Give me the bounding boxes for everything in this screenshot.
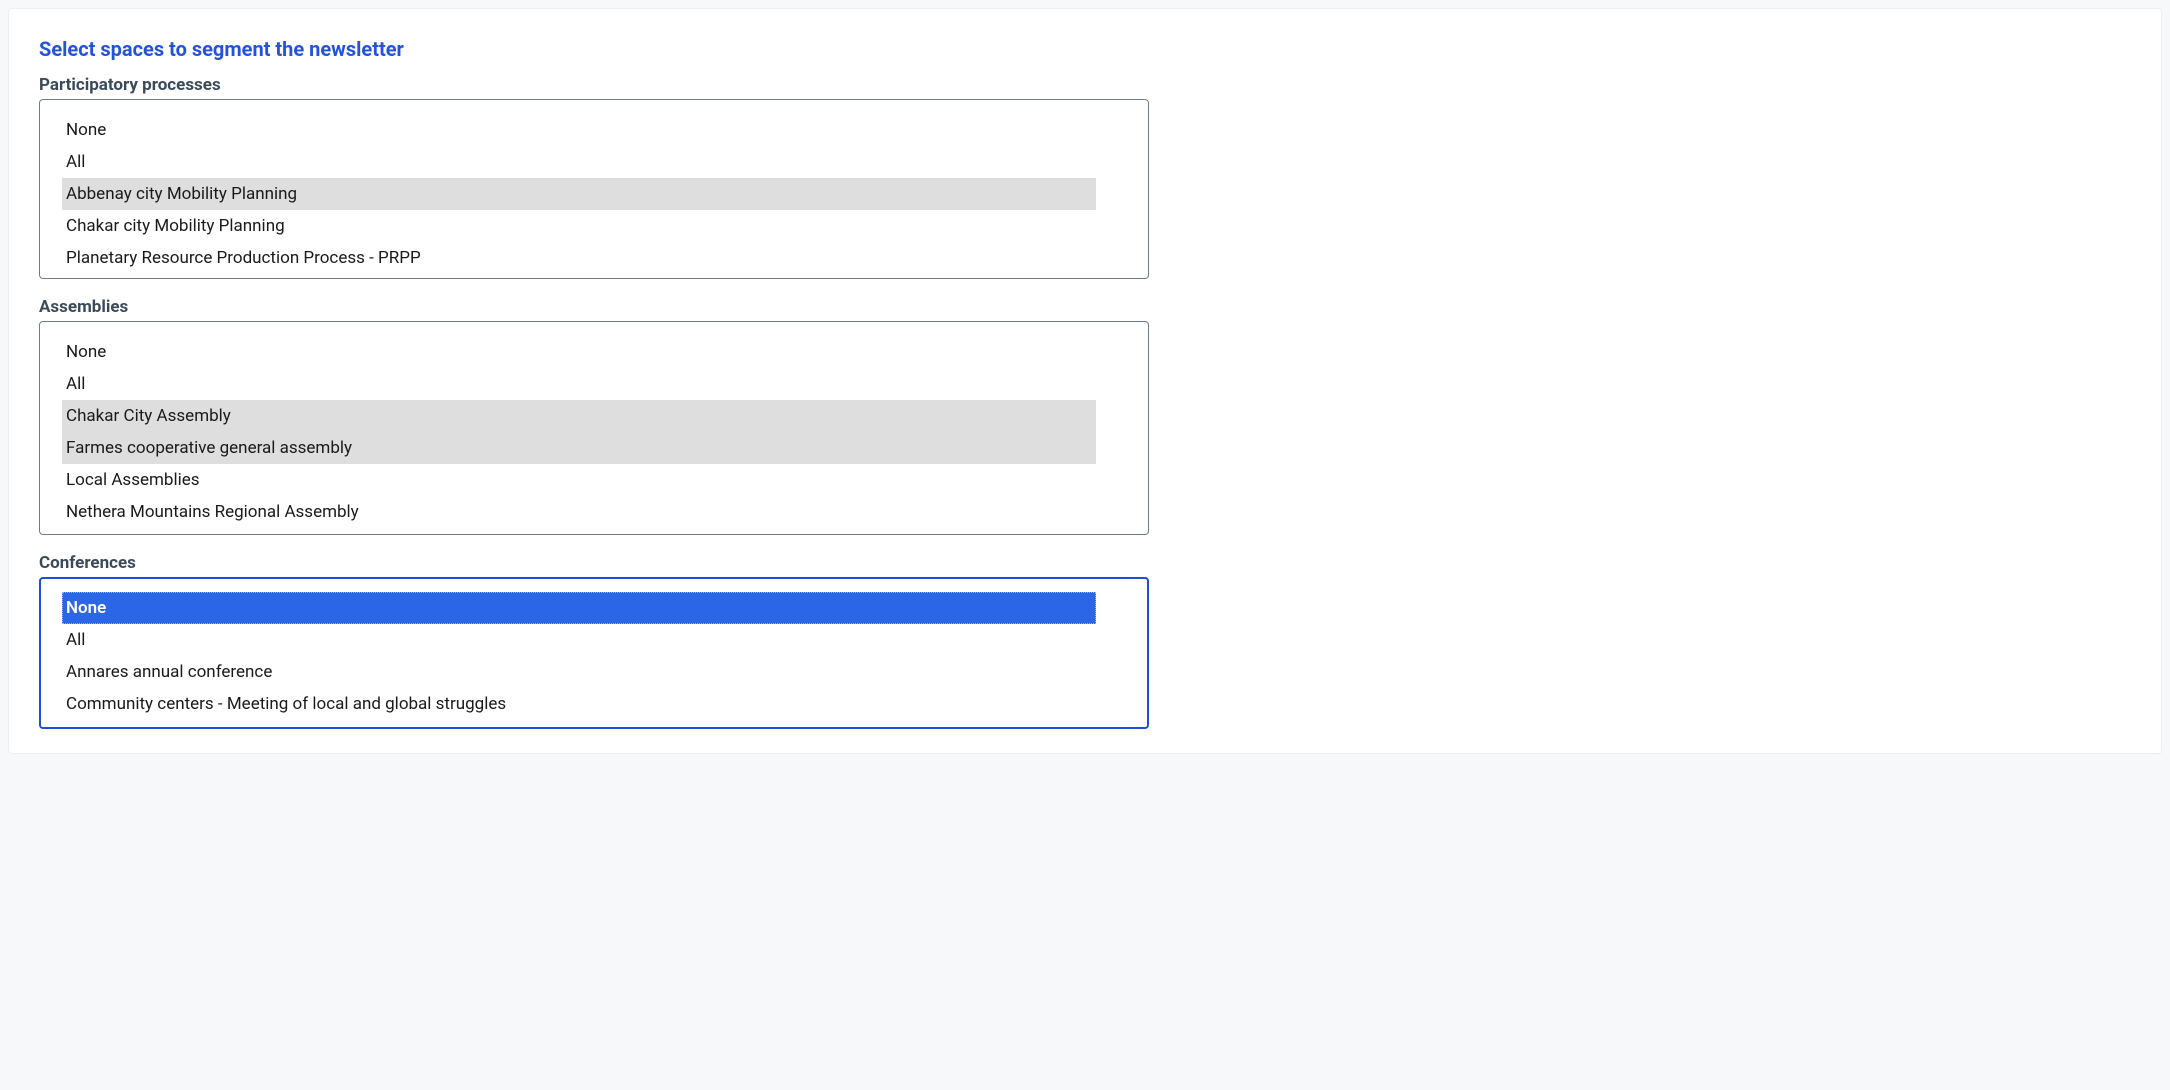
segment-card: Select spaces to segment the newsletter … [8, 8, 2162, 754]
section-conferences-label: Conferences [39, 553, 1149, 573]
processes-option[interactable]: All [62, 146, 1096, 178]
conferences-option[interactable]: Community centers - Meeting of local and… [62, 688, 1096, 720]
section-processes-label: Participatory processes [39, 75, 1149, 95]
conferences-select[interactable]: None All Annares annual conference Commu… [39, 577, 1149, 729]
processes-select[interactable]: None All Abbenay city Mobility Planning … [39, 99, 1149, 279]
section-assemblies: Assemblies None All Chakar City Assembly… [39, 297, 1149, 535]
processes-option[interactable]: None [62, 114, 1096, 146]
assemblies-option[interactable]: Nethera Mountains Regional Assembly [62, 496, 1096, 528]
processes-option[interactable]: Chakar city Mobility Planning [62, 210, 1096, 242]
conferences-option[interactable]: Annares annual conference [62, 656, 1096, 688]
conferences-option[interactable]: All [62, 624, 1096, 656]
conferences-option[interactable]: None [62, 592, 1096, 624]
assemblies-option[interactable]: Local Assemblies [62, 464, 1096, 496]
assemblies-option[interactable]: Chakar City Assembly [62, 400, 1096, 432]
section-processes: Participatory processes None All Abbenay… [39, 75, 1149, 279]
processes-option[interactable]: Abbenay city Mobility Planning [62, 178, 1096, 210]
section-conferences: Conferences None All Annares annual conf… [39, 553, 1149, 729]
section-assemblies-label: Assemblies [39, 297, 1149, 317]
processes-option[interactable]: Planetary Resource Production Process - … [62, 242, 1096, 274]
assemblies-option[interactable]: None [62, 336, 1096, 368]
assemblies-select[interactable]: None All Chakar City Assembly Farmes coo… [39, 321, 1149, 535]
assemblies-option[interactable]: All [62, 368, 1096, 400]
assemblies-option[interactable]: Farmes cooperative general assembly [62, 432, 1096, 464]
card-title: Select spaces to segment the newsletter [39, 37, 2131, 61]
